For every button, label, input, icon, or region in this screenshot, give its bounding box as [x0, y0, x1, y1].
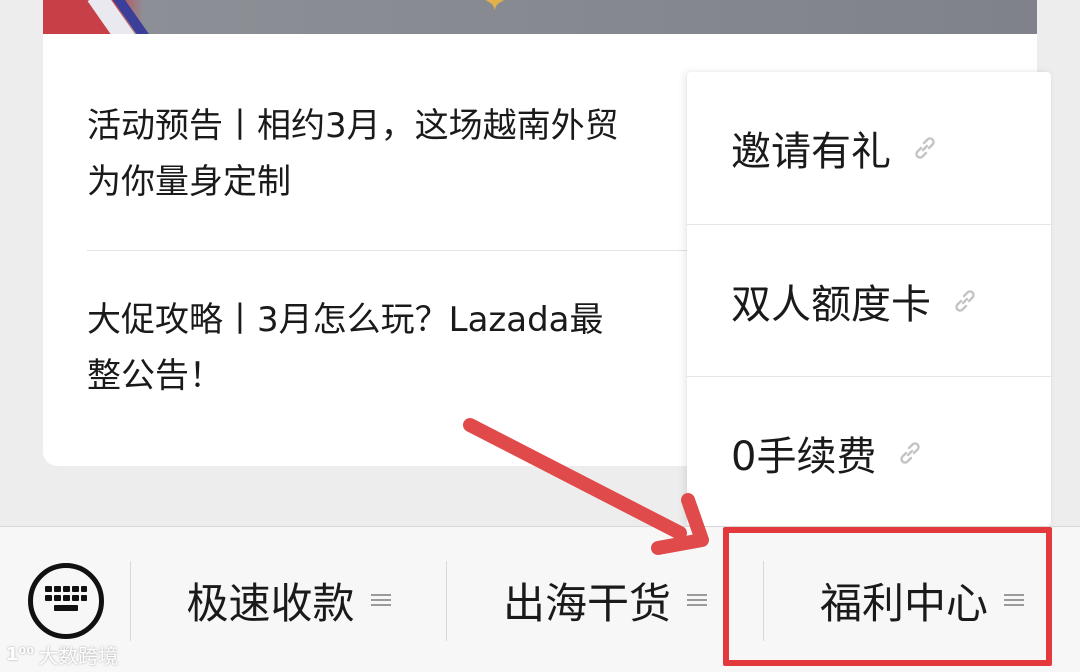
keyboard-icon: [43, 582, 89, 620]
link-icon: [911, 134, 939, 162]
menu-lines-icon: [687, 591, 707, 609]
submenu-item-zero-fee[interactable]: 0手续费: [687, 376, 1051, 528]
link-icon: [896, 439, 924, 467]
menu-item-fast-payment[interactable]: 极速收款: [131, 527, 446, 672]
menu-lines-icon: [370, 591, 391, 609]
watermark-text: 大数跨境: [38, 644, 119, 668]
submenu-popup: 邀请有礼 双人额度卡 0手续费: [687, 72, 1051, 526]
menu-item-label: 极速收款: [186, 578, 355, 628]
watermark: 1⁰⁰ 大数跨境: [6, 640, 118, 669]
article-banner-image[interactable]: ✦: [43, 0, 1037, 34]
star-icon: ✦: [483, 0, 507, 18]
submenu-item-label: 0手续费: [731, 433, 877, 480]
menu-item-overseas-insights[interactable]: 出海干货: [447, 527, 763, 672]
watermark-logo: 1⁰⁰: [6, 644, 35, 665]
submenu-item-invite[interactable]: 邀请有礼: [687, 72, 1051, 224]
keyboard-toggle-button[interactable]: [28, 563, 104, 639]
submenu-item-label: 邀请有礼: [731, 129, 891, 175]
menu-item-label: 出海干货: [502, 578, 671, 628]
submenu-item-label: 双人额度卡: [731, 281, 931, 328]
highlight-box: [723, 527, 1052, 666]
submenu-item-double-quota-card[interactable]: 双人额度卡: [687, 224, 1051, 376]
link-icon: [951, 287, 979, 315]
